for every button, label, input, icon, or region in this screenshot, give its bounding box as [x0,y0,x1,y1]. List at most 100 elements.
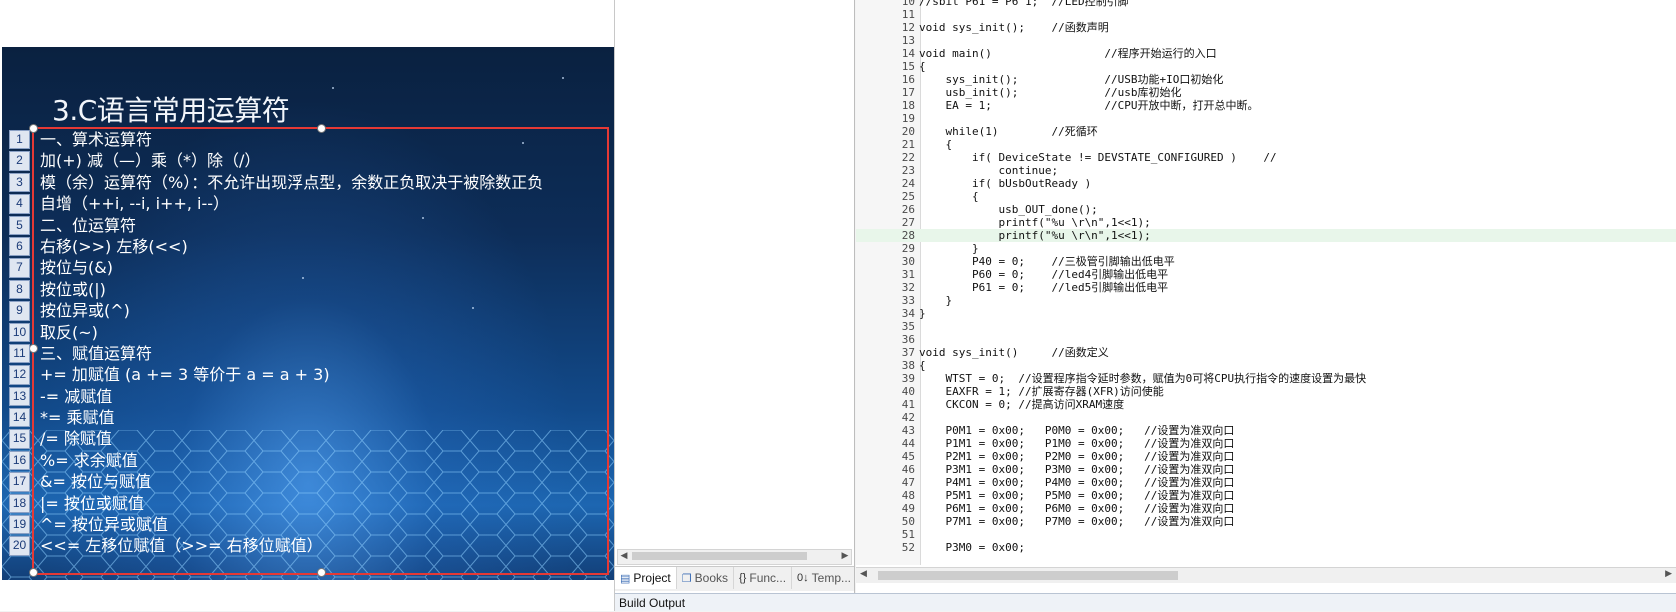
line-number: 49 [901,502,915,515]
project-tree[interactable] [615,0,854,549]
code-editor[interactable]: 10 //sbit P61 = P6^1; //LED控制引脚 11 12 void s… [856,0,1676,593]
resize-handle[interactable] [29,344,38,353]
code-line[interactable]: 11 [856,8,1676,21]
project-panel: ◀ ▶ ▤ Project ❐ Books {} Func... 0↓ Temp… [615,0,858,593]
code-line[interactable]: 42 [856,411,1676,424]
tab-project[interactable]: ▤ Project [615,567,677,589]
code-line[interactable]: 31 P60 = 0; //led4引脚输出低电平 [856,268,1676,281]
code-line[interactable]: 37 void sys_init() //函数定义 [856,346,1676,359]
code-line[interactable]: 28 printf("%u \r\n",1<<1); [856,229,1676,242]
code-line[interactable]: 38 { [856,359,1676,372]
code-line[interactable]: 15 { [856,60,1676,73]
line-number-badge: 18 [9,493,30,514]
line-number: 10 [901,0,915,8]
resize-handle[interactable] [29,124,38,133]
code-text: while(1) //死循环 [919,125,1098,138]
scrollbar-thumb[interactable] [878,571,1178,580]
resize-handle[interactable] [317,568,326,577]
code-text: P3M0 = 0x00; [919,541,1025,554]
code-text: } [919,294,953,307]
slide-title[interactable]: 3.C语言常用运算符 [52,89,290,129]
line-number: 16 [901,73,915,86]
line-number-badge: 1 [9,130,30,150]
code-line[interactable]: 21 { [856,138,1676,151]
code-line[interactable]: 32 P61 = 0; //led5引脚输出低电平 [856,281,1676,294]
code-line[interactable]: 19 [856,112,1676,125]
code-text: EAXFR = 1; //扩展寄存器(XFR)访问使能 [919,385,1164,398]
code-line[interactable]: 41 CKCON = 0; //提高访问XRAM速度 [856,398,1676,411]
tab-functions[interactable]: {} Func... [734,567,793,589]
code-text: sys_init(); //USB功能+IO口初始化 [919,73,1224,86]
project-tabs: ▤ Project ❐ Books {} Func... 0↓ Temp... [615,566,858,591]
code-line[interactable]: 46 P3M1 = 0x00; P3M0 = 0x00; //设置为准双向口 [856,463,1676,476]
code-line[interactable]: 10 //sbit P61 = P6^1; //LED控制引脚 [856,0,1676,8]
code-line[interactable]: 45 P2M1 = 0x00; P2M0 = 0x00; //设置为准双向口 [856,450,1676,463]
line-number-badge: 20 [9,536,30,556]
code-line[interactable]: 51 [856,528,1676,541]
code-line[interactable]: 24 if( bUsbOutReady ) [856,177,1676,190]
code-line[interactable]: 12 void sys_init(); //函数声明 [856,21,1676,34]
scrollbar-thumb[interactable] [632,552,807,560]
code-line[interactable]: 20 while(1) //死循环 [856,125,1676,138]
code-line[interactable]: 35 [856,320,1676,333]
line-number: 40 [901,385,915,398]
tab-templates[interactable]: 0↓ Temp... [792,567,858,589]
code-line[interactable]: 33 } [856,294,1676,307]
code-line[interactable]: 48 P5M1 = 0x00; P5M0 = 0x00; //设置为准双向口 [856,489,1676,502]
editor-horizontal-scrollbar[interactable]: ◀ ▶ [856,567,1676,583]
code-line[interactable]: 14 void main() //程序开始运行的入口 [856,47,1676,60]
code-line[interactable]: 50 P7M1 = 0x00; P7M0 = 0x00; //设置为准双向口 [856,515,1676,528]
code-line[interactable]: 13 [856,34,1676,47]
code-text: WTST = 0; //设置程序指令延时参数，赋值为0可将CPU执行指令的速度设… [919,372,1367,385]
line-number-badges: 1 2 3 4 5 6 7 8 9 10 11 12 13 14 15 16 1… [9,130,30,558]
project-horizontal-scrollbar[interactable]: ◀ ▶ [617,549,852,565]
functions-icon: {} [739,572,747,584]
line-number: 27 [901,216,915,229]
code-line[interactable]: 34} [856,307,1676,320]
code-line[interactable]: 22 if( DeviceState != DEVSTATE_CONFIGURE… [856,151,1676,164]
code-line[interactable]: 29 } [856,242,1676,255]
code-line[interactable]: 26 usb_OUT_done(); [856,203,1676,216]
code-line[interactable]: 47 P4M1 = 0x00; P4M0 = 0x00; //设置为准双向口 [856,476,1676,489]
code-line[interactable]: 40 EAXFR = 1; //扩展寄存器(XFR)访问使能 [856,385,1676,398]
code-line[interactable]: 30 P40 = 0; //三极管引脚输出低电平 [856,255,1676,268]
code-line[interactable]: 17 usb_init(); //usb库初始化 [856,86,1676,99]
line-number: 32 [901,281,915,294]
slide[interactable]: 3.C语言常用运算符 一、算术运算符 加(+) 减（—）乘（*）除（/） 模（余… [2,47,614,580]
code-line[interactable]: 23 continue; [856,164,1676,177]
scroll-right-icon[interactable]: ▶ [1665,569,1672,579]
tab-books[interactable]: ❐ Books [677,567,734,589]
code-line[interactable]: 52 P3M0 = 0x00; [856,541,1676,554]
line-number-badge: 14 [9,408,30,428]
code-text: { [919,190,979,203]
slide-text-line: |= 按位或赋值 [40,493,144,513]
resize-handle[interactable] [29,568,38,577]
line-number-badge: 13 [9,386,30,407]
code-text: CKCON = 0; //提高访问XRAM速度 [919,398,1125,411]
tab-label: Books [694,571,728,585]
code-text: usb_init(); //usb库初始化 [919,86,1182,99]
build-output-panel[interactable]: Build Output [615,593,1676,611]
code-lines[interactable]: 10 //sbit P61 = P6^1; //LED控制引脚 11 12 void s… [856,0,1676,554]
line-number: 46 [901,463,915,476]
line-number-badge: 15 [9,429,30,449]
scroll-left-icon[interactable]: ◀ [618,550,630,562]
slide-text-line: 按位或(|) [40,279,106,299]
line-number: 23 [901,164,915,177]
code-text: { [919,138,953,151]
code-line[interactable]: 25 { [856,190,1676,203]
code-line[interactable]: 44 P1M1 = 0x00; P1M0 = 0x00; //设置为准双向口 [856,437,1676,450]
code-text: P0M1 = 0x00; P0M0 = 0x00; //设置为准双向口 [919,424,1235,437]
code-line[interactable]: 39 WTST = 0; //设置程序指令延时参数，赋值为0可将CPU执行指令的… [856,372,1676,385]
code-line[interactable]: 18 EA = 1; //CPU开放中断，打开总中断。 [856,99,1676,112]
code-line[interactable]: 36 [856,333,1676,346]
line-number: 29 [901,242,915,255]
scroll-right-icon[interactable]: ▶ [839,550,851,562]
code-line[interactable]: 43 P0M1 = 0x00; P0M0 = 0x00; //设置为准双向口 [856,424,1676,437]
scroll-left-icon[interactable]: ◀ [860,569,867,579]
code-line[interactable]: 16 sys_init(); //USB功能+IO口初始化 [856,73,1676,86]
code-line[interactable]: 27 printf("%u \r\n",1<<1); [856,216,1676,229]
line-number: 42 [901,411,915,424]
code-line[interactable]: 49 P6M1 = 0x00; P6M0 = 0x00; //设置为准双向口 [856,502,1676,515]
slide-text-body[interactable]: 一、算术运算符 加(+) 减（—）乘（*）除（/） 模（余）运算符（%）：不允许… [40,129,543,557]
